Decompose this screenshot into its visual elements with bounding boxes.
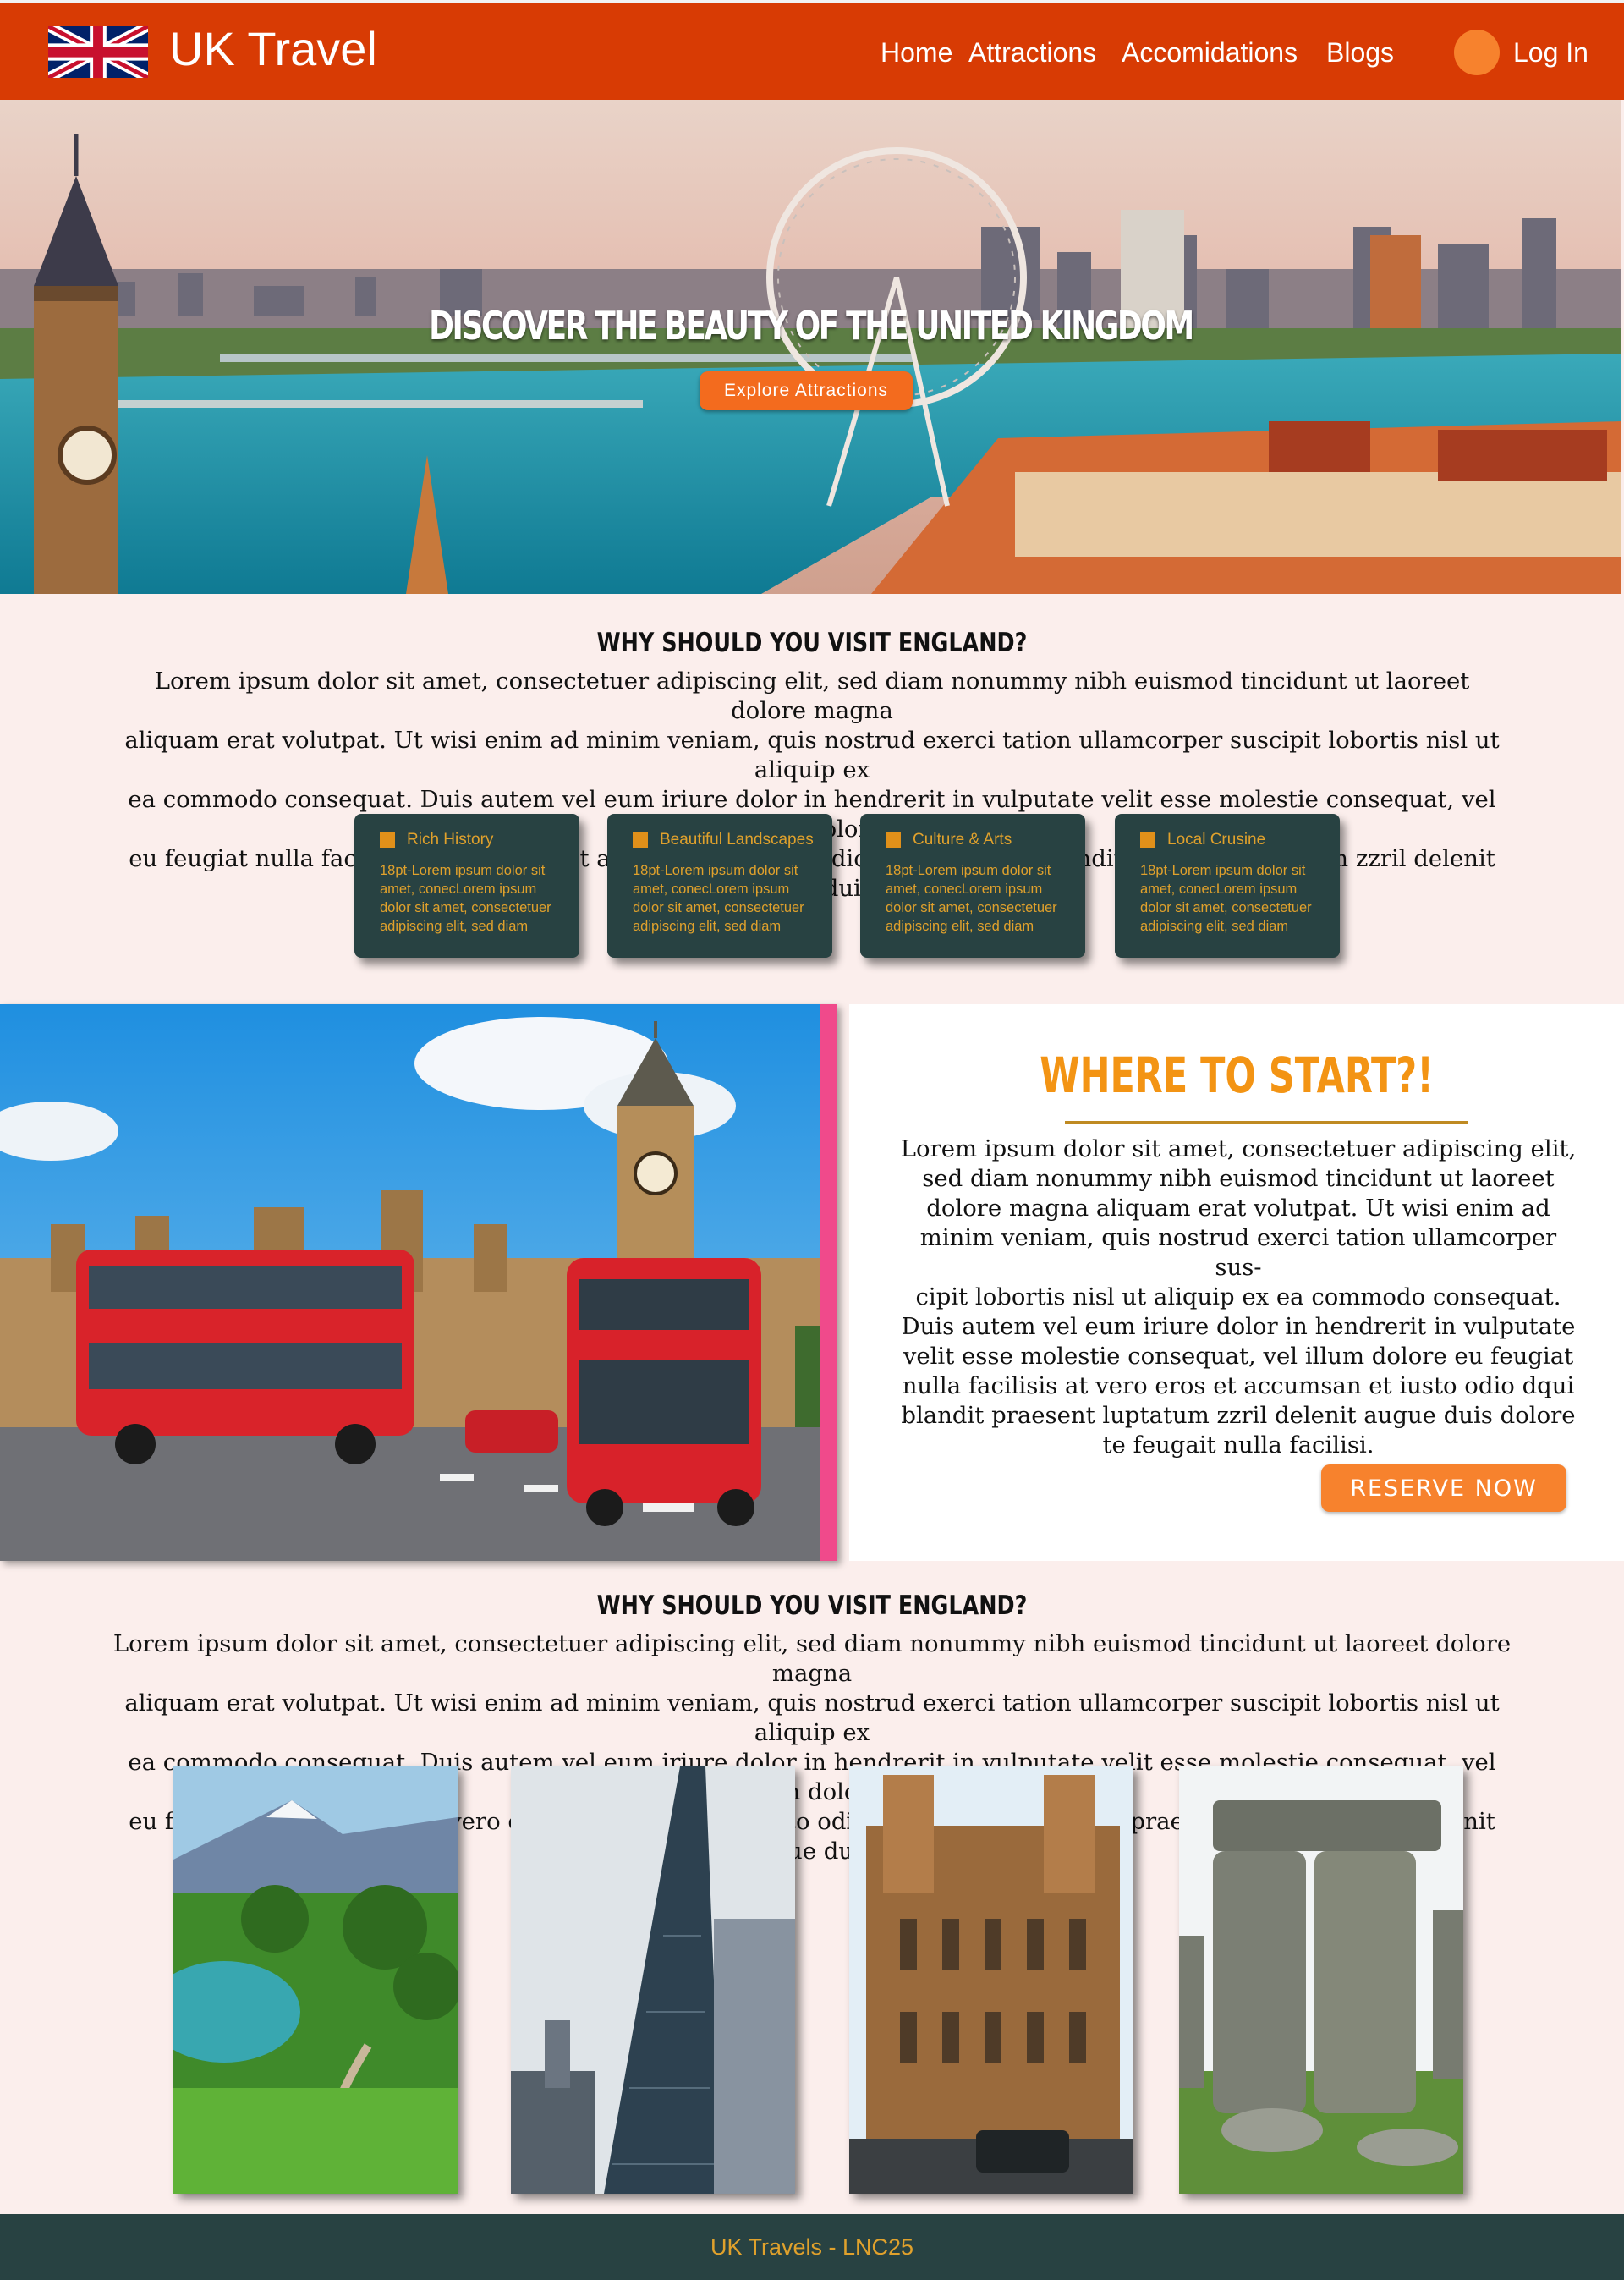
user-avatar-icon[interactable] [1454, 30, 1500, 75]
start-line: dolore magna aliquam erat volutpat. Ut w… [926, 1195, 1550, 1222]
card-bullet-icon [886, 832, 901, 848]
nav-link-attractions[interactable]: Attractions [968, 35, 1096, 70]
start-line: nulla facilisis at vero eros et accumsan… [902, 1372, 1575, 1399]
login-link[interactable]: Log In [1513, 35, 1588, 70]
card-text-line: dolor sit amet, consectetuer [886, 900, 1057, 915]
card-text: 18pt-Lorem ipsum dolor sit amet, conecLo… [1140, 861, 1325, 936]
card-text-line: 18pt-Lorem ipsum dolor sit [633, 863, 798, 878]
feature-card-culture[interactable]: Culture & Arts 18pt-Lorem ipsum dolor si… [860, 814, 1085, 958]
card-text-line: 18pt-Lorem ipsum dolor sit [380, 863, 546, 878]
feature-card-history[interactable]: Rich History 18pt-Lorem ipsum dolor sit … [354, 814, 579, 958]
why-visit-line: aliquam erat volutpat. Ut wisi enim ad m… [124, 727, 1500, 783]
card-bullet-icon [633, 832, 648, 848]
why-visit-line: Lorem ipsum dolor sit amet, consectetuer… [154, 668, 1470, 724]
card-text-line: adipiscing elit, sed diam [380, 919, 529, 934]
gallery-photo-stonehenge[interactable] [1179, 1766, 1463, 2194]
reserve-now-button[interactable]: RESERVE NOW [1321, 1464, 1566, 1512]
why-visit-title: WHY SHOULD YOU VISIT ENGLAND? [596, 628, 1028, 658]
explore-attractions-button[interactable]: Explore Attractions [700, 371, 913, 410]
card-text-line: amet, conecLorem ipsum [1140, 882, 1298, 897]
card-text-line: dolor sit amet, consectetuer [633, 900, 804, 915]
london-bus-image [0, 1004, 837, 1561]
card-text-line: 18pt-Lorem ipsum dolor sit [886, 863, 1051, 878]
card-bullet-icon [1140, 832, 1155, 848]
title-divider [1065, 1121, 1468, 1124]
card-title: Beautiful Landscapes [660, 831, 814, 849]
gallery-photo-skyscraper[interactable] [511, 1766, 795, 2194]
feature-card-landscapes[interactable]: Beautiful Landscapes 18pt-Lorem ipsum do… [607, 814, 832, 958]
card-title: Culture & Arts [913, 831, 1012, 849]
card-text-line: adipiscing elit, sed diam [886, 919, 1034, 934]
start-line: Lorem ipsum dolor sit amet, consectetuer… [900, 1135, 1577, 1162]
top-nav: UK Travel Home Attractions Accomidations… [0, 0, 1624, 100]
brand-logo-text[interactable]: UK Travel [169, 21, 377, 77]
card-text: 18pt-Lorem ipsum dolor sit amet, conecLo… [886, 861, 1070, 936]
hero-banner: DISCOVER THE BEAUTY OF THE UNITED KINGDO… [0, 100, 1621, 594]
start-line: minim veniam, quis nostrud exerci tation… [919, 1224, 1557, 1281]
why-visit-line: Lorem ipsum dolor sit amet, consectetuer… [112, 1630, 1512, 1687]
start-line: sed diam nonummy nibh euismod tincidunt … [922, 1165, 1555, 1192]
hero-title: DISCOVER THE BEAUTY OF THE UNITED KINGDO… [429, 303, 1194, 349]
start-line: Duis autem vel eum iriure dolor in hendr… [901, 1313, 1576, 1340]
why-visit-title-2: WHY SHOULD YOU VISIT ENGLAND? [596, 1591, 1028, 1621]
card-text-line: adipiscing elit, sed diam [1140, 919, 1289, 934]
uk-flag-icon [48, 26, 148, 78]
nav-link-accommodations[interactable]: Accomidations [1122, 35, 1298, 70]
footer-text: UK Travels - LNC25 [710, 2234, 914, 2260]
feature-card-cuisine[interactable]: Local Crusine 18pt-Lorem ipsum dolor sit… [1115, 814, 1340, 958]
start-line: velit esse molestie consequat, vel illum… [903, 1343, 1574, 1370]
footer: UK Travels - LNC25 [0, 2214, 1624, 2280]
card-title: Rich History [407, 831, 494, 849]
start-line: blandit praesent luptatum zzril delenit … [901, 1402, 1576, 1429]
start-line: te feugait nulla facilisi. [1102, 1431, 1374, 1459]
gallery-photo-parliament[interactable] [849, 1766, 1133, 2194]
london-bus-photo [0, 1004, 837, 1561]
card-text-line: amet, conecLorem ipsum [380, 882, 537, 897]
gallery-photo-lake[interactable] [173, 1766, 458, 2194]
card-text: 18pt-Lorem ipsum dolor sit amet, conecLo… [380, 861, 564, 936]
card-text-line: amet, conecLorem ipsum [633, 882, 790, 897]
card-text-line: amet, conecLorem ipsum [886, 882, 1043, 897]
why-visit-line: aliquam erat volutpat. Ut wisi enim ad m… [124, 1689, 1500, 1746]
card-text-line: 18pt-Lorem ipsum dolor sit [1140, 863, 1306, 878]
card-text-line: adipiscing elit, sed diam [633, 919, 782, 934]
card-text: 18pt-Lorem ipsum dolor sit amet, conecLo… [633, 861, 817, 936]
card-text-line: dolor sit amet, consectetuer [1140, 900, 1312, 915]
where-to-start-paragraph: Lorem ipsum dolor sit amet, consectetuer… [900, 1135, 1577, 1460]
card-bullet-icon [380, 832, 395, 848]
nav-link-home[interactable]: Home [881, 35, 952, 70]
card-text-line: dolor sit amet, consectetuer [380, 900, 551, 915]
where-to-start-title: WHERE TO START?! [1040, 1047, 1434, 1104]
card-title: Local Crusine [1167, 831, 1266, 849]
start-line: cipit lobortis nisl ut aliquip ex ea com… [915, 1283, 1561, 1310]
where-to-start-panel: WHERE TO START?! Lorem ipsum dolor sit a… [849, 1004, 1624, 1561]
nav-link-blogs[interactable]: Blogs [1326, 35, 1394, 70]
